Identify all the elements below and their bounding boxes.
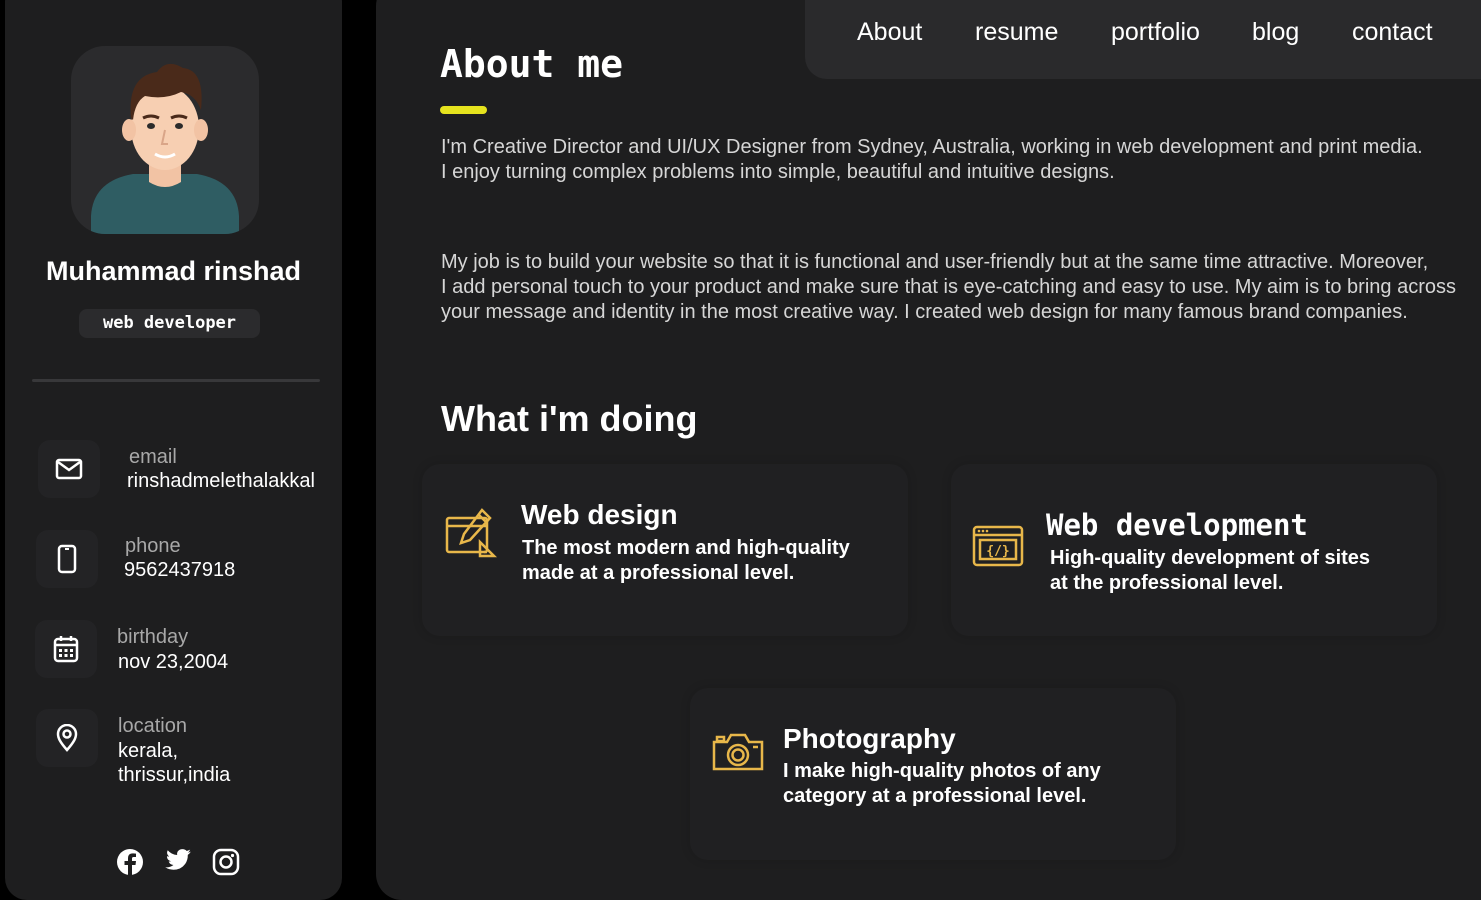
role-badge: web developer xyxy=(79,309,260,338)
about-text-line: I enjoy turning complex problems into si… xyxy=(441,161,1115,183)
calendar-icon xyxy=(35,620,97,678)
service-text: The most modern and high-quality made at… xyxy=(522,537,850,584)
sidebar: Muhammad rinshad web developer email rin… xyxy=(5,0,342,900)
service-text: High-quality development of sites at the… xyxy=(1050,547,1371,594)
social-links xyxy=(116,848,240,881)
about-text-line: I add personal touch to your product and… xyxy=(441,276,1456,323)
services-title: What i'm doing xyxy=(441,398,698,439)
service-title: Photography xyxy=(783,723,956,754)
location-value-line1: kerala, xyxy=(118,740,179,762)
location-value-line2: thrissur,india xyxy=(118,764,231,786)
mail-icon xyxy=(38,440,100,498)
about-text-line: I'm Creative Director and UI/UX Designer… xyxy=(441,136,1423,158)
service-title: Web development xyxy=(1046,508,1308,542)
design-pencil-icon xyxy=(444,506,498,565)
service-title: Web design xyxy=(521,499,678,530)
facebook-icon[interactable] xyxy=(116,848,144,881)
code-window-icon: {/} xyxy=(972,524,1024,573)
service-text: I make high-quality photos of any catego… xyxy=(783,760,1101,807)
avatar xyxy=(71,46,259,234)
nav-blog[interactable]: blog xyxy=(1252,18,1299,47)
location-label: location xyxy=(118,715,187,737)
phone-value[interactable]: 9562437918 xyxy=(124,558,314,582)
service-card-web-design: Web design The most modern and high-qual… xyxy=(422,464,908,636)
nav-resume[interactable]: resume xyxy=(975,18,1058,47)
svg-text:{/}: {/} xyxy=(986,544,1009,559)
camera-icon xyxy=(711,730,765,777)
avatar-illustration xyxy=(91,63,239,234)
navbar: About resume portfolio blog contact xyxy=(805,0,1481,79)
main-panel: About resume portfolio blog contact Abou… xyxy=(376,0,1481,900)
page-title: About me xyxy=(440,42,624,86)
phone-icon xyxy=(36,530,98,588)
phone-label: phone xyxy=(125,535,181,557)
birthday-label: birthday xyxy=(117,626,189,648)
birthday-value: nov 23,2004 xyxy=(118,651,229,673)
title-underline xyxy=(440,106,487,114)
service-card-web-development: {/} Web development High-quality develop… xyxy=(951,464,1437,636)
service-card-photography: Photography I make high-quality photos o… xyxy=(690,688,1176,860)
about-text-line: My job is to build your website so that … xyxy=(441,251,1429,273)
email-value[interactable]: rinshadmelethalakkal xyxy=(127,469,315,493)
instagram-icon[interactable] xyxy=(212,848,240,881)
nav-portfolio[interactable]: portfolio xyxy=(1111,18,1200,47)
twitter-icon[interactable] xyxy=(164,848,192,881)
location-pin-icon xyxy=(36,709,98,767)
about-paragraph-2: My job is to build your website so that … xyxy=(441,250,1461,325)
profile-name: Muhammad rinshad xyxy=(45,256,302,286)
nav-about[interactable]: About xyxy=(857,18,922,47)
email-label: email xyxy=(129,446,177,468)
about-paragraph-1: I'm Creative Director and UI/UX Designer… xyxy=(441,135,1461,185)
sidebar-divider xyxy=(32,379,320,382)
nav-contact[interactable]: contact xyxy=(1352,18,1433,47)
